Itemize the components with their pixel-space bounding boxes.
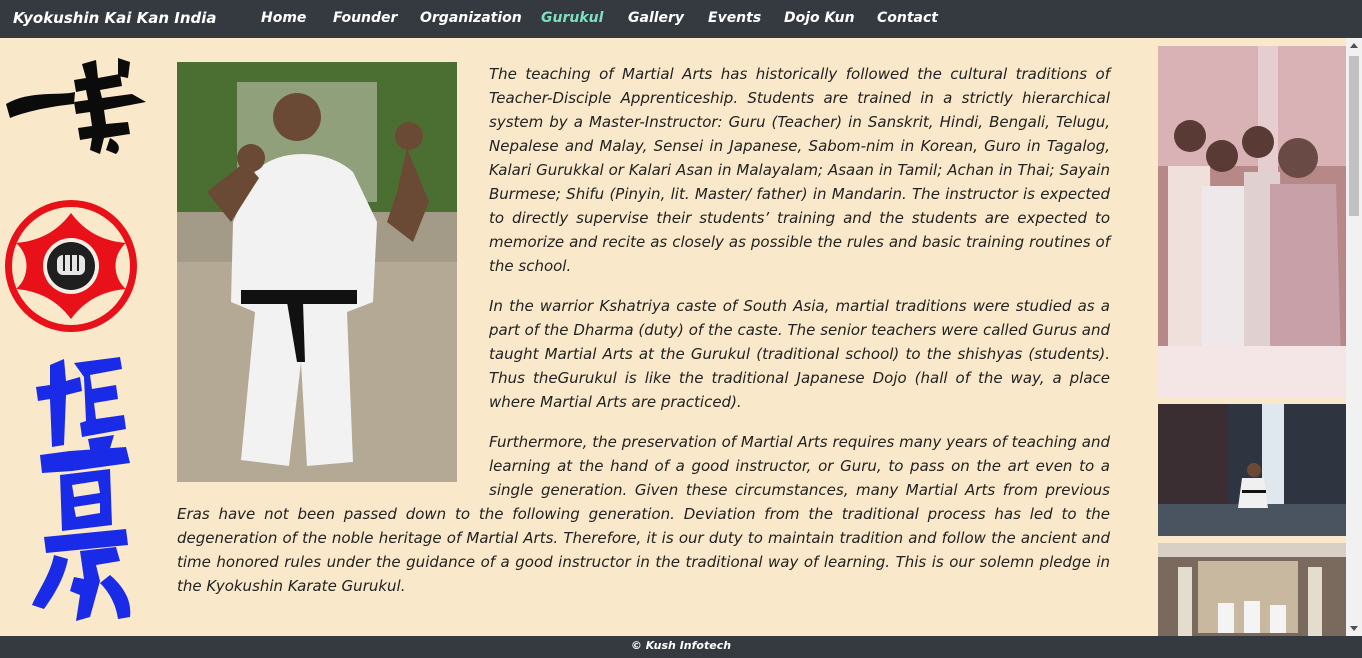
scroll-down-arrow-icon[interactable] xyxy=(1350,626,1358,631)
nav-founder[interactable]: Founder xyxy=(333,10,397,26)
nav-gurukul[interactable]: Gurukul xyxy=(541,10,603,26)
page-scrollbar[interactable] xyxy=(1346,38,1362,636)
nav-events[interactable]: Events xyxy=(708,10,761,26)
page-footer: © Kush Infotech xyxy=(0,636,1362,658)
kyokushin-kanji-image xyxy=(32,357,131,621)
master-karateka-photo xyxy=(177,62,457,482)
kanku-emblem-image xyxy=(5,200,137,332)
waterfall-training-photo xyxy=(1158,404,1346,536)
gurukul-article: The teaching of Martial Arts has histori… xyxy=(177,60,1110,614)
nav-contact[interactable]: Contact xyxy=(877,10,938,26)
scroll-thumb[interactable] xyxy=(1349,56,1359,216)
right-photo-column xyxy=(1158,46,1346,643)
nav-organization[interactable]: Organization xyxy=(420,10,522,26)
dojo-shrine-photo xyxy=(1158,543,1346,643)
copyright-text: © Kush Infotech xyxy=(630,639,732,652)
scroll-up-arrow-icon[interactable] xyxy=(1350,43,1358,48)
nav-gallery[interactable]: Gallery xyxy=(628,10,684,26)
group-photo xyxy=(1158,46,1346,397)
nav-home[interactable]: Home xyxy=(261,10,306,26)
nav-dojo-kun[interactable]: Dojo Kun xyxy=(784,10,855,26)
brand-link[interactable]: Kyokushin Kai Kan India xyxy=(13,9,217,27)
top-navbar: Kyokushin Kai Kan India Home Founder Org… xyxy=(0,0,1362,38)
